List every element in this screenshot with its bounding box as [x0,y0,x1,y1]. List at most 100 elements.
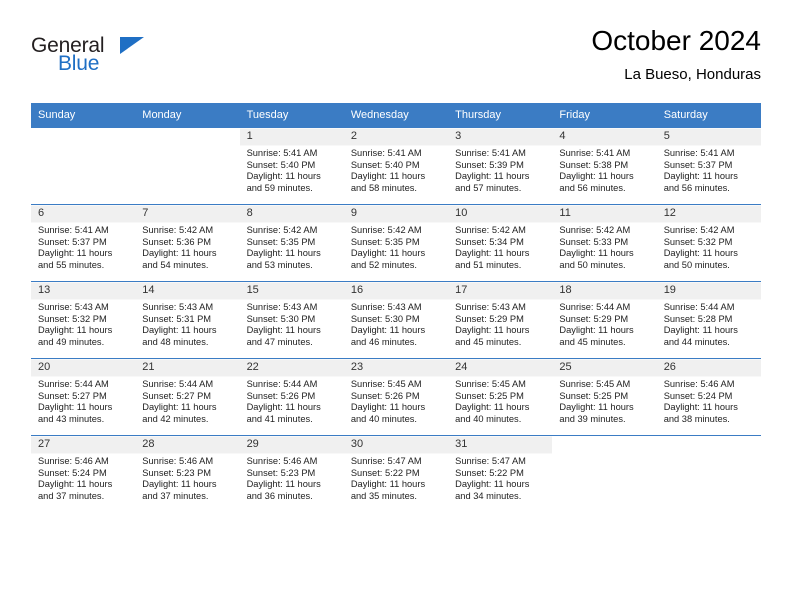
day-number: 31 [455,438,468,450]
calendar-day-cell[interactable]: 16 Sunrise: 5:43 AM Sunset: 5:30 PM Dayligh… [343,281,449,359]
daylight-text-line1: Daylight: 11 hours [559,248,634,259]
day-sun-info: Sunrise: 5:45 AM Sunset: 5:26 PM Daylight:… [344,376,448,425]
day-number: 23 [350,361,364,373]
sunset-text: Sunset: 5:39 PM [455,159,524,170]
calendar-day-cell[interactable]: 18 Sunrise: 5:44 AM Sunset: 5:29 PM Dayligh… [552,281,657,359]
weekday-header-wednesday: Wednesday [343,103,449,128]
calendar-day-cell[interactable]: 29 Sunrise: 5:46 AM Sunset: 5:23 PM Dayligh… [239,435,344,512]
calendar-day-cell[interactable]: 13 Sunrise: 5:43 AM Sunset: 5:32 PM Dayligh… [31,281,136,359]
sunrise-text: Sunrise: 5:42 AM [350,225,422,235]
sunrise-text: Sunrise: 5:47 AM [350,456,422,466]
sunrise-text: Sunrise: 5:42 AM [663,225,735,235]
calendar-day-cell[interactable]: 17 Sunrise: 5:43 AM Sunset: 5:29 PM Dayligh… [448,281,553,359]
calendar-day-cell[interactable]: 22 Sunrise: 5:44 AM Sunset: 5:26 PM Dayligh… [239,358,344,436]
daylight-text-line1: Daylight: 11 hours [246,171,321,182]
calendar-day-cell[interactable]: 14 Sunrise: 5:43 AM Sunset: 5:31 PM Dayligh… [135,281,240,359]
calendar-day-cell[interactable]: 23 Sunrise: 5:45 AM Sunset: 5:26 PM Dayligh… [343,358,449,436]
day-sun-info: Sunrise: 5:47 AM Sunset: 5:22 PM Daylight:… [344,453,448,502]
day-number-blank [31,128,135,145]
day-number: 26 [663,361,676,373]
sunset-text: Sunset: 5:24 PM [38,467,107,478]
calendar-day-cell[interactable]: 5 Sunrise: 5:41 AM Sunset: 5:37 PM Daylight… [656,127,761,205]
calendar-day-cell[interactable]: 20 Sunrise: 5:44 AM Sunset: 5:27 PM Dayligh… [31,358,136,436]
calendar-day-cell[interactable]: 28 Sunrise: 5:46 AM Sunset: 5:23 PM Dayligh… [135,435,240,512]
day-number: 20 [38,361,51,373]
calendar-day-cell[interactable]: 15 Sunrise: 5:43 AM Sunset: 5:30 PM Dayligh… [239,281,344,359]
calendar-day-cell[interactable]: 4 Sunrise: 5:41 AM Sunset: 5:38 PM Daylight… [552,127,657,205]
sunset-text: Sunset: 5:26 PM [350,390,420,401]
daylight-text-line1: Daylight: 11 hours [455,325,530,336]
day-number: 7 [142,207,149,219]
calendar-day-cell[interactable]: 11 Sunrise: 5:42 AM Sunset: 5:33 PM Dayligh… [552,204,657,282]
daylight-text-line2: and 57 minutes. [455,182,522,193]
day-sun-info: Sunrise: 5:45 AM Sunset: 5:25 PM Daylight:… [448,376,552,425]
daylight-text-line2: and 37 minutes. [142,490,209,501]
day-sun-info: Sunrise: 5:43 AM Sunset: 5:30 PM Daylight:… [344,299,448,348]
day-number: 22 [246,361,259,373]
day-number: 2 [350,130,357,142]
sunrise-text: Sunrise: 5:45 AM [559,379,631,389]
day-sun-info: Sunrise: 5:42 AM Sunset: 5:34 PM Daylight:… [448,222,552,271]
day-number: 29 [246,438,259,450]
daylight-text-line2: and 54 minutes. [142,259,209,270]
calendar-day-cell[interactable]: 25 Sunrise: 5:45 AM Sunset: 5:25 PM Dayligh… [552,358,657,436]
day-number-blank [135,128,239,145]
daylight-text-line2: and 34 minutes. [455,490,522,501]
daylight-text-line2: and 42 minutes. [142,413,209,424]
calendar-header-row: Sunday Monday Tuesday Wednesday Thursday… [31,103,761,128]
day-number: 15 [246,284,259,296]
daylight-text-line1: Daylight: 11 hours [663,402,738,413]
sunset-text: Sunset: 5:33 PM [559,236,629,247]
general-blue-logo[interactable]: General Blue [31,34,151,82]
calendar-day-cell[interactable]: 7 Sunrise: 5:42 AM Sunset: 5:36 PM Daylight… [135,204,240,282]
daylight-text-line1: Daylight: 11 hours [455,479,530,490]
calendar-day-cell[interactable]: 2 Sunrise: 5:41 AM Sunset: 5:40 PM Daylight… [343,127,449,205]
weekday-header-sunday: Sunday [31,103,136,128]
calendar-week-row: 20 Sunrise: 5:44 AM Sunset: 5:27 PM Dayligh… [31,358,761,436]
sunset-text: Sunset: 5:36 PM [142,236,212,247]
calendar-week-row: 6 Sunrise: 5:41 AM Sunset: 5:37 PM Daylight… [31,204,761,282]
day-number: 1 [246,130,253,142]
calendar-day-cell[interactable]: 10 Sunrise: 5:42 AM Sunset: 5:34 PM Dayligh… [448,204,553,282]
sunset-text: Sunset: 5:24 PM [663,390,733,401]
daylight-text-line2: and 35 minutes. [350,490,417,501]
calendar-day-cell[interactable]: 27 Sunrise: 5:46 AM Sunset: 5:24 PM Dayligh… [31,435,136,512]
daylight-text-line2: and 51 minutes. [455,259,522,270]
calendar-day-cell[interactable]: 6 Sunrise: 5:41 AM Sunset: 5:37 PM Daylight… [31,204,136,282]
calendar-day-cell[interactable]: 31 Sunrise: 5:47 AM Sunset: 5:22 PM Dayligh… [448,435,553,512]
calendar-day-cell[interactable]: 19 Sunrise: 5:44 AM Sunset: 5:28 PM Dayligh… [656,281,761,359]
calendar-body: 1 Sunrise: 5:41 AM Sunset: 5:40 PM Daylight… [31,127,761,512]
sunrise-text: Sunrise: 5:47 AM [455,456,526,466]
day-sun-info: Sunrise: 5:41 AM Sunset: 5:39 PM Daylight:… [448,145,552,194]
day-sun-info: Sunrise: 5:43 AM Sunset: 5:31 PM Daylight:… [135,299,239,348]
daylight-text-line1: Daylight: 11 hours [350,479,426,490]
calendar-day-cell[interactable]: 1 Sunrise: 5:41 AM Sunset: 5:40 PM Daylight… [239,127,344,205]
sunrise-text: Sunrise: 5:46 AM [38,456,109,466]
day-sun-info: Sunrise: 5:44 AM Sunset: 5:28 PM Daylight:… [657,299,761,348]
daylight-text-line1: Daylight: 11 hours [246,479,321,490]
daylight-text-line1: Daylight: 11 hours [142,402,217,413]
daylight-text-line1: Daylight: 11 hours [246,402,321,413]
day-number: 18 [559,284,572,296]
calendar-day-cell[interactable]: 12 Sunrise: 5:42 AM Sunset: 5:32 PM Dayligh… [656,204,761,282]
calendar-day-cell[interactable]: 26 Sunrise: 5:46 AM Sunset: 5:24 PM Dayligh… [656,358,761,436]
sunset-text: Sunset: 5:37 PM [38,236,107,247]
day-number: 25 [559,361,572,373]
sunset-text: Sunset: 5:35 PM [350,236,420,247]
daylight-text-line1: Daylight: 11 hours [559,325,634,336]
day-number: 21 [142,361,155,373]
calendar-day-cell[interactable]: 30 Sunrise: 5:47 AM Sunset: 5:22 PM Dayligh… [343,435,449,512]
day-sun-info: Sunrise: 5:41 AM Sunset: 5:40 PM Daylight:… [344,145,448,194]
daylight-text-line1: Daylight: 11 hours [559,402,634,413]
sunrise-text: Sunrise: 5:44 AM [38,379,109,389]
calendar-day-cell[interactable]: 21 Sunrise: 5:44 AM Sunset: 5:27 PM Dayligh… [135,358,240,436]
calendar-day-cell[interactable]: 8 Sunrise: 5:42 AM Sunset: 5:35 PM Daylight… [239,204,344,282]
day-number: 19 [663,284,676,296]
calendar-day-cell[interactable]: 9 Sunrise: 5:42 AM Sunset: 5:35 PM Daylight… [343,204,449,282]
sunset-text: Sunset: 5:27 PM [38,390,107,401]
calendar-day-cell[interactable]: 3 Sunrise: 5:41 AM Sunset: 5:39 PM Daylight… [448,127,553,205]
daylight-text-line2: and 45 minutes. [455,336,522,347]
sunrise-text: Sunrise: 5:44 AM [246,379,318,389]
weekday-header-friday: Friday [552,103,657,128]
calendar-day-cell[interactable]: 24 Sunrise: 5:45 AM Sunset: 5:25 PM Dayligh… [448,358,553,436]
